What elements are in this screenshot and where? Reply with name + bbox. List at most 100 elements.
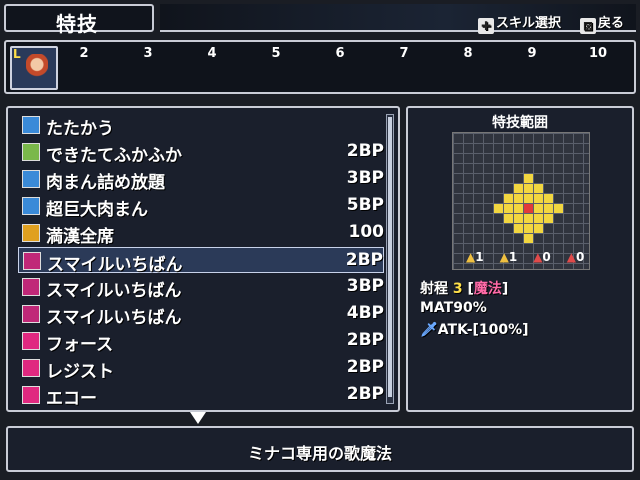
skill-name: たたかう [46,119,114,139]
skill-name: 超巨大肉まん [46,200,148,220]
range-cell [524,184,533,193]
skill-name: レジスト [46,362,114,382]
party-slot-3[interactable]: 3 [136,46,160,61]
range-cell [524,234,533,243]
skill-cost: 100 [348,222,385,242]
skill-row[interactable]: スマイルいちばん 2BP [18,247,384,275]
skill-row[interactable]: エコー 2BP [18,382,384,409]
skill-row[interactable]: 満漢全席 100 [18,220,385,247]
skill-name: スマイルいちばん [46,281,182,301]
party-slot-7[interactable]: 7 [392,46,416,61]
party-slot-10[interactable]: 10 [586,46,610,61]
range-cell [524,194,533,203]
range-value: 3 [452,281,463,297]
range-cell [514,194,523,203]
skill-row[interactable]: フォース 2BP [18,328,384,355]
music-icon [23,252,41,270]
skill-name: スマイルいちばん [46,308,182,328]
skill-cost: 3BP [346,168,384,188]
party-slot-6[interactable]: 6 [328,46,352,61]
header-strip: ✚ スキル選択 ⊠ 戻る [160,4,636,34]
portrait-level-badge: L [13,47,21,61]
skill-list: たたかう できたてふかふか 2BP 肉まん詰め放題 3BP 超巨大肉まん 5BP 満漢全席 10… [6,106,400,412]
vo-icon [22,386,40,404]
music-plus2-icon [22,305,40,323]
party-slot-1-portrait[interactable]: L [10,46,58,90]
party-slot-9[interactable]: 9 [520,46,544,61]
atk-stat: 🗡ATK-[100%] [420,322,529,338]
skill-row[interactable]: できたてふかふか 2BP [18,139,384,166]
vo-icon [22,359,40,377]
party-slot-8[interactable]: 8 [456,46,480,61]
skill-row[interactable]: 超巨大肉まん 5BP [18,193,384,220]
skill-row[interactable]: レジスト 2BP [18,355,384,382]
range-stat: 射程 3 [魔法] [420,281,509,297]
party-slot-2[interactable]: 2 [72,46,96,61]
skill-name: スマイルいちばん [47,255,183,275]
skill-cost: 2BP [346,357,384,377]
skill-name: できたてふかふか [46,146,182,166]
skill-cost: 3BP [346,276,384,296]
element-value: 0 [576,250,585,264]
range-cell [554,204,563,213]
special-icon [22,224,40,242]
range-cell [524,174,533,183]
range-cell [504,214,513,223]
range-cell [504,194,513,203]
range-cell [544,204,553,213]
music-plus-icon [22,278,40,296]
skill-description: ミナコ専用の歌魔法 [247,444,392,463]
party-slot-5[interactable]: 5 [264,46,288,61]
range-cell [504,204,513,213]
element-affinities: ▲1 ▲1 ▲0 ▲0 [466,250,600,264]
skill-name: 満漢全席 [46,227,114,247]
heal-icon [22,143,40,161]
range-panel-title: 特技範囲 [492,115,548,131]
water-element-icon: ▲1 [499,250,518,264]
range-cell [534,194,543,203]
cross-button-icon: ⊠ [580,18,596,34]
square-icon [22,197,40,215]
party-slot-4[interactable]: 4 [200,46,224,61]
skill-select-hint[interactable]: ✚ スキル選択 [478,12,561,34]
skill-description-box: ミナコ専用の歌魔法 [6,426,634,472]
element-value: 1 [475,250,484,264]
character-avatar [26,54,48,84]
vo-icon [22,332,40,350]
page-title: 特技 [56,12,98,36]
sword-icon: 🗡 [420,322,438,338]
party-bar: L 2 3 4 5 6 7 8 9 10 [4,40,636,94]
window-title-bar: 特技 [4,4,154,36]
range-cell [494,204,503,213]
skill-row[interactable]: スマイルいちばん 3BP [18,274,384,301]
skill-name: エコー [46,389,97,409]
range-cell [544,194,553,203]
skill-row[interactable]: スマイルいちばん 4BP [18,301,384,328]
range-cell [534,184,543,193]
range-cell [524,204,533,213]
skill-cost: 2BP [346,384,384,404]
back-hint[interactable]: ⊠ 戻る [580,12,624,34]
scroll-down-arrow-icon [190,412,206,424]
range-cell [524,214,533,223]
skill-row[interactable]: 肉まん詰め放題 3BP [18,166,384,193]
range-cell [514,184,523,193]
skill-name: フォース [46,335,114,355]
sword-icon [22,116,40,134]
range-cell [544,214,553,223]
range-cell [514,224,523,233]
element-value: 0 [542,250,551,264]
skill-range-panel: 特技範囲 ▲1 ▲1 ▲0 ▲0 射程 3 [魔法] MAT90% 🗡ATK-[100… [406,106,634,412]
range-cell [514,204,523,213]
dpad-icon: ✚ [478,18,494,34]
scrollbar-thumb[interactable] [388,117,392,397]
square-icon [22,170,40,188]
fire-element-icon: ▲1 [466,250,484,264]
skill-cost: 2BP [345,250,383,270]
earth-element-icon: ▲0 [566,250,585,264]
skill-cost: 5BP [346,195,384,215]
range-type: 魔法 [473,281,502,297]
skill-list-scrollbar[interactable] [386,114,394,404]
range-cell [534,214,543,223]
skill-row[interactable]: たたかう [18,112,384,139]
